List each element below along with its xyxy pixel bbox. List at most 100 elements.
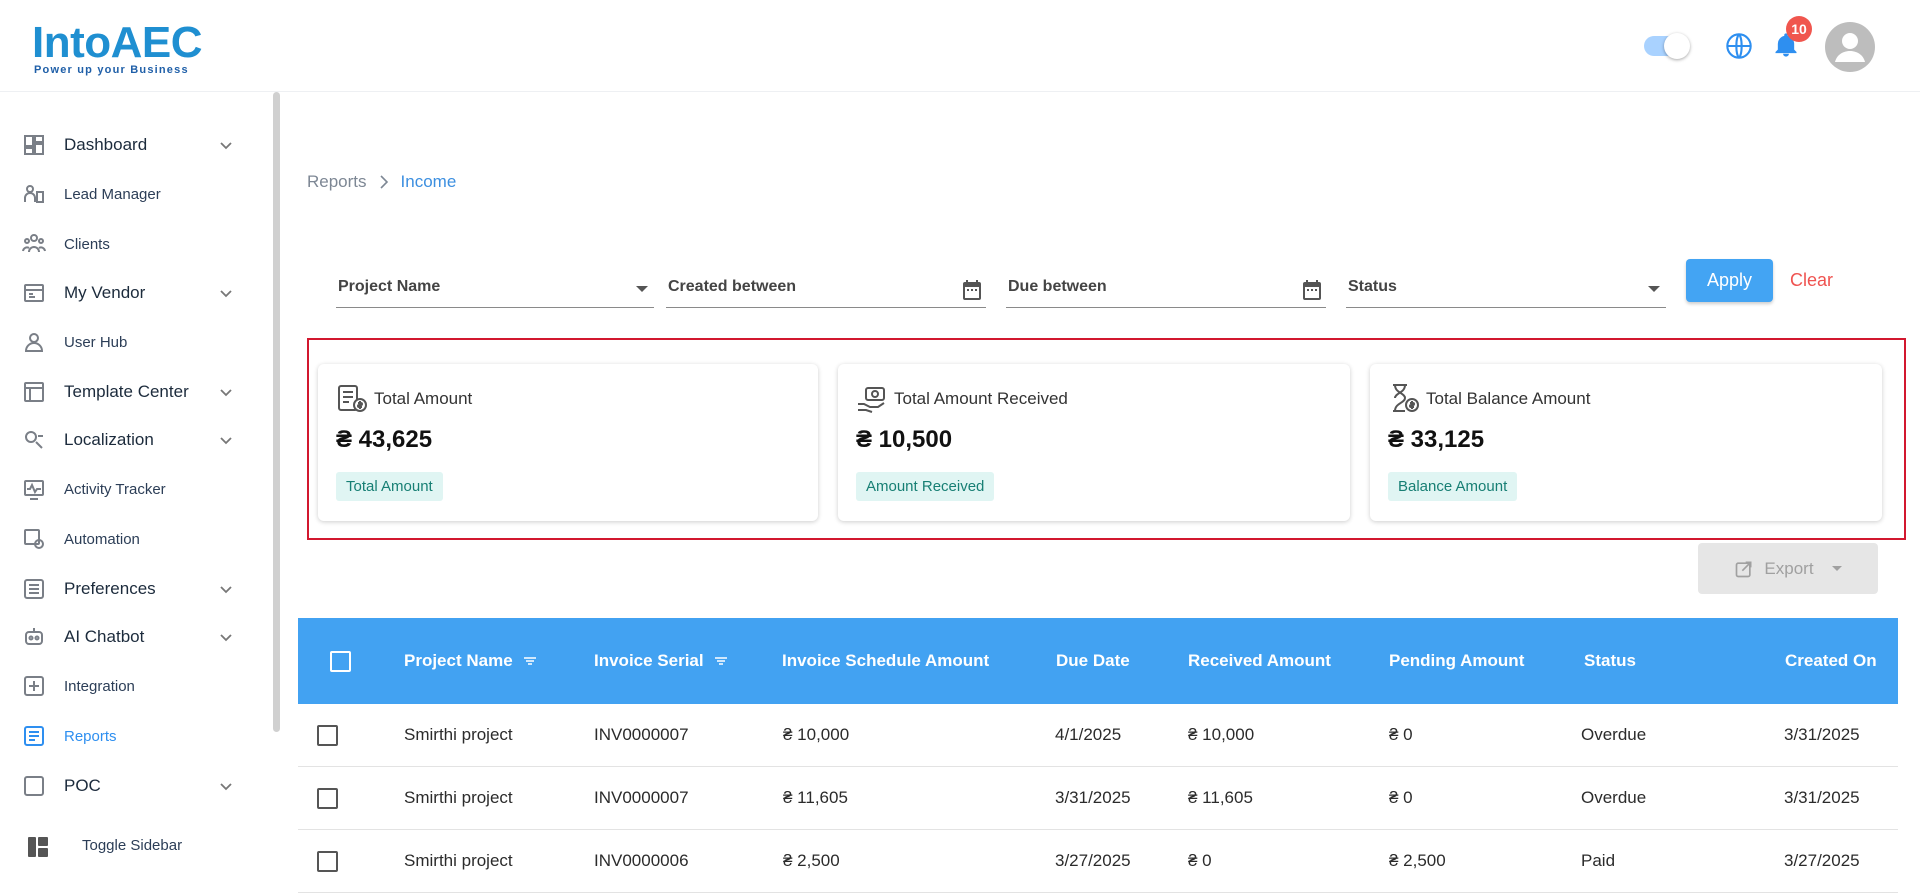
card-title: Total Amount <box>374 389 473 408</box>
clear-button[interactable]: Clear <box>1790 270 1833 291</box>
table-cell: Overdue <box>1581 788 1647 807</box>
toggle-sidebar-button[interactable]: Toggle Sidebar <box>0 827 260 867</box>
table-row[interactable]: Smirthi project INV0000006 ₴ 2,500 3/27/202… <box>298 830 1898 893</box>
sidebar-item-dashboard[interactable]: Dashboard <box>0 125 260 165</box>
sidebar-item-label: My Vendor <box>64 283 146 302</box>
sidebar-item-template-center[interactable]: Template Center <box>0 372 260 412</box>
sidebar-item-label: Reports <box>64 727 117 745</box>
hand-money-icon <box>858 387 885 413</box>
status-select[interactable]: Status <box>1346 270 1666 308</box>
sidebar-item-preferences[interactable]: Preferences <box>0 569 260 609</box>
column-header-created-on[interactable]: Created On <box>1785 651 1877 671</box>
table-cell: INV0000007 <box>594 725 689 744</box>
calendar-icon[interactable] <box>1300 278 1324 302</box>
chevron-down-icon[interactable] <box>218 137 234 153</box>
table-cell: ₴ 10,000 <box>783 725 850 744</box>
table-cell: ₴ 0 <box>1389 725 1413 744</box>
table-cell: ₴ 11,605 <box>1188 788 1253 807</box>
toggle-sidebar-label: Toggle Sidebar <box>82 837 183 854</box>
notification-badge: 10 <box>1786 16 1812 42</box>
breadcrumb-reports[interactable]: Reports <box>307 172 367 192</box>
chevron-down-icon[interactable] <box>218 285 234 301</box>
sidebar-item-integration[interactable]: Integration <box>0 666 260 706</box>
row-checkbox[interactable] <box>317 851 338 872</box>
hourglass-dollar-icon <box>1393 384 1419 412</box>
chevron-down-icon[interactable] <box>218 432 234 448</box>
column-header-invoice-schedule-amount[interactable]: Invoice Schedule Amount <box>782 651 989 671</box>
chevron-down-icon[interactable] <box>218 778 234 794</box>
activity-icon <box>24 480 44 500</box>
breadcrumb: Reports Income <box>307 172 456 192</box>
project-name-select[interactable]: Project Name <box>336 270 654 308</box>
chevron-down-icon[interactable] <box>218 384 234 400</box>
avatar-person-icon <box>1835 33 1865 62</box>
sidebar-item-my-vendor[interactable]: My Vendor <box>0 273 260 313</box>
localization-icon <box>25 431 43 449</box>
card-title: Total Amount Received <box>894 389 1068 408</box>
export-button[interactable]: Export <box>1698 543 1878 594</box>
sidebar-item-label: POC <box>64 776 101 795</box>
column-header-label: Project Name <box>404 651 513 670</box>
sidebar-item-ai-chatbot[interactable]: AI Chatbot <box>0 617 260 657</box>
table-row[interactable]: Smirthi project INV0000007 ₴ 11,605 3/31/20… <box>298 767 1898 830</box>
table-cell: 4/1/2025 <box>1055 725 1122 744</box>
table-row[interactable]: Smirthi project INV0000007 ₴ 10,000 4/1/202… <box>298 704 1898 767</box>
created-between-field[interactable]: Created between <box>666 270 986 308</box>
column-header-received-amount[interactable]: Received Amount <box>1188 651 1331 671</box>
user-avatar[interactable] <box>1825 22 1875 72</box>
dashboard-icon <box>24 135 44 155</box>
table-cell: 3/31/2025 <box>1784 788 1860 807</box>
due-between-field[interactable]: Due between <box>1006 270 1326 308</box>
preferences-icon <box>24 579 44 599</box>
column-header-label: Status <box>1584 651 1636 670</box>
column-header-status[interactable]: Status <box>1584 651 1636 671</box>
column-header-project-name[interactable]: Project Name <box>404 651 537 671</box>
column-header-invoice-serial[interactable]: Invoice Serial <box>594 651 728 671</box>
table-cell: ₴ 2,500 <box>783 851 840 870</box>
sidebar-item-label: Clients <box>64 235 110 253</box>
lead-manager-icon <box>24 185 44 203</box>
apply-button[interactable]: Apply <box>1686 259 1773 302</box>
table-cell: Paid <box>1581 851 1616 870</box>
select-all-checkbox[interactable] <box>330 651 351 672</box>
row-checkbox[interactable] <box>317 725 338 746</box>
chevron-down-icon[interactable] <box>218 629 234 645</box>
column-header-pending-amount[interactable]: Pending Amount <box>1389 651 1524 671</box>
sidebar-item-reports[interactable]: Reports <box>0 716 260 756</box>
sidebar-item-label: AI Chatbot <box>64 627 145 646</box>
sidebar-scrollbar[interactable] <box>273 92 280 732</box>
chevron-down-icon <box>1648 286 1660 292</box>
column-header-label: Invoice Serial <box>594 651 704 670</box>
sidebar-item-poc[interactable]: POC <box>0 766 260 806</box>
table-cell: Smirthi project <box>404 725 513 744</box>
column-header-due-date[interactable]: Due Date <box>1056 651 1130 671</box>
due-between-label: Due between <box>1008 278 1107 295</box>
user-icon <box>24 333 44 352</box>
sidebar-item-clients[interactable]: Clients <box>0 224 260 264</box>
sidebar-item-user-hub[interactable]: User Hub <box>0 322 260 362</box>
theme-toggle[interactable] <box>1644 33 1690 59</box>
card-value: ₴ 43,625 <box>336 426 433 453</box>
table-cell: Smirthi project <box>404 851 513 870</box>
total-amount-card: Total Amount ₴ 43,625 Total Amount <box>318 364 818 521</box>
calendar-icon[interactable] <box>960 278 984 302</box>
column-header-label: Due Date <box>1056 651 1130 670</box>
sidebar-item-localization[interactable]: Localization <box>0 420 260 460</box>
sort-filter-icon[interactable] <box>523 656 537 666</box>
chevron-down-icon[interactable] <box>218 581 234 597</box>
integration-icon <box>24 676 44 696</box>
chevron-down-icon <box>1831 566 1842 571</box>
brand-logo[interactable]: IntoAEC Power up your Business <box>32 8 222 78</box>
sidebar-item-lead-manager[interactable]: Lead Manager <box>0 174 260 214</box>
table-cell: 3/31/2025 <box>1784 725 1860 744</box>
automation-icon <box>24 529 44 549</box>
export-icon <box>1736 561 1752 577</box>
table-cell: 3/31/2025 <box>1055 788 1131 807</box>
language-globe-icon[interactable] <box>1725 32 1753 60</box>
template-icon <box>24 382 44 402</box>
sidebar-item-activity-tracker[interactable]: Activity Tracker <box>0 469 260 509</box>
sidebar-item-automation[interactable]: Automation <box>0 519 260 559</box>
sort-filter-icon[interactable] <box>714 656 728 666</box>
created-between-label: Created between <box>668 278 797 295</box>
row-checkbox[interactable] <box>317 788 338 809</box>
